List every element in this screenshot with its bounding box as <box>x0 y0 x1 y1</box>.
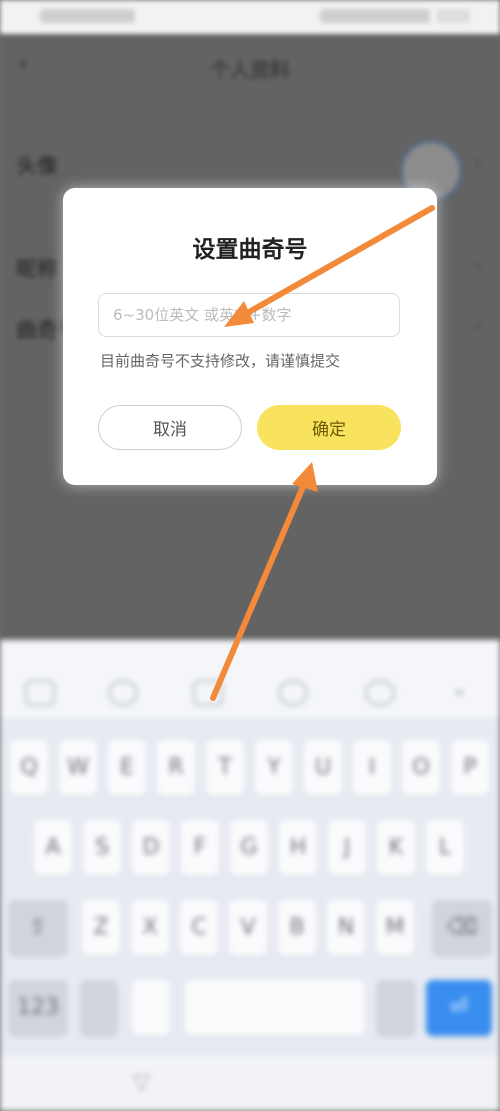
symbols-key[interactable] <box>80 980 118 1036</box>
key-r[interactable]: R <box>157 740 195 796</box>
system-nav-bar: ▽ <box>0 1056 500 1111</box>
period-key[interactable] <box>376 980 416 1036</box>
chevron-down-icon[interactable]: ⌄ <box>450 676 468 701</box>
key-q[interactable]: Q <box>10 740 48 796</box>
key-f[interactable]: F <box>181 820 219 876</box>
key-a[interactable]: A <box>34 820 72 876</box>
nickname-row-label[interactable]: 昵称 <box>16 253 58 283</box>
key-d[interactable]: D <box>132 820 170 876</box>
key-z[interactable]: Z <box>82 900 120 956</box>
comma-key[interactable] <box>132 980 170 1036</box>
space-key[interactable] <box>185 980 365 1036</box>
dialog-hint: 目前曲奇号不支持修改，请谨慎提交 <box>100 352 341 370</box>
key-g[interactable]: G <box>230 820 268 876</box>
enter-key[interactable]: ⏎ <box>426 980 492 1036</box>
signal-indicators <box>40 9 135 23</box>
dialog-title: 设置曲奇号 <box>192 237 308 263</box>
key-j[interactable]: J <box>328 820 366 876</box>
keyboard-toolbar: ⌄ <box>0 640 500 718</box>
clock <box>436 9 470 23</box>
page-title: 个人资料 <box>210 58 290 82</box>
key-o[interactable]: O <box>402 740 440 796</box>
shift-key[interactable]: ⇧ <box>8 900 68 956</box>
numbers-key[interactable]: 123 <box>8 980 68 1036</box>
search-icon[interactable] <box>365 680 395 706</box>
status-icons <box>320 9 430 23</box>
key-c[interactable]: C <box>180 900 218 956</box>
set-id-dialog: 设置曲奇号 目前曲奇号不支持修改，请谨慎提交 取消 确定 <box>63 188 437 485</box>
key-n[interactable]: N <box>327 900 365 956</box>
key-v[interactable]: V <box>229 900 267 956</box>
cancel-button[interactable]: 取消 <box>98 405 242 450</box>
key-s[interactable]: S <box>83 820 121 876</box>
chevron-right-icon: › <box>473 253 482 278</box>
clipboard-icon[interactable] <box>193 680 223 706</box>
key-h[interactable]: H <box>279 820 317 876</box>
key-u[interactable]: U <box>304 740 342 796</box>
top-nav: ‹ 个人资料 <box>0 34 500 96</box>
voice-icon[interactable] <box>108 680 138 706</box>
settings-icon[interactable] <box>278 680 308 706</box>
chevron-right-icon: › <box>473 314 482 339</box>
key-w[interactable]: W <box>59 740 97 796</box>
key-t[interactable]: T <box>206 740 244 796</box>
avatar-row-label[interactable]: 头像 <box>16 150 58 180</box>
key-m[interactable]: M <box>376 900 414 956</box>
key-b[interactable]: B <box>278 900 316 956</box>
key-e[interactable]: E <box>108 740 146 796</box>
key-i[interactable]: I <box>353 740 391 796</box>
key-p[interactable]: P <box>451 740 489 796</box>
key-x[interactable]: X <box>131 900 169 956</box>
key-l[interactable]: L <box>426 820 464 876</box>
key-y[interactable]: Y <box>255 740 293 796</box>
chevron-right-icon: › <box>473 150 482 175</box>
nav-down-icon[interactable]: ▽ <box>133 1070 150 1095</box>
qq-id-input[interactable] <box>98 293 400 337</box>
emoji-icon[interactable] <box>25 680 55 706</box>
soft-keyboard: ⌄ QWERTYUIOP ASDFGHJKL ZXCVBNM ⇧ ⌫ 123 ⏎… <box>0 640 500 1111</box>
key-k[interactable]: K <box>377 820 415 876</box>
status-bar <box>0 0 500 34</box>
confirm-button[interactable]: 确定 <box>257 405 401 450</box>
backspace-key[interactable]: ⌫ <box>432 900 492 956</box>
